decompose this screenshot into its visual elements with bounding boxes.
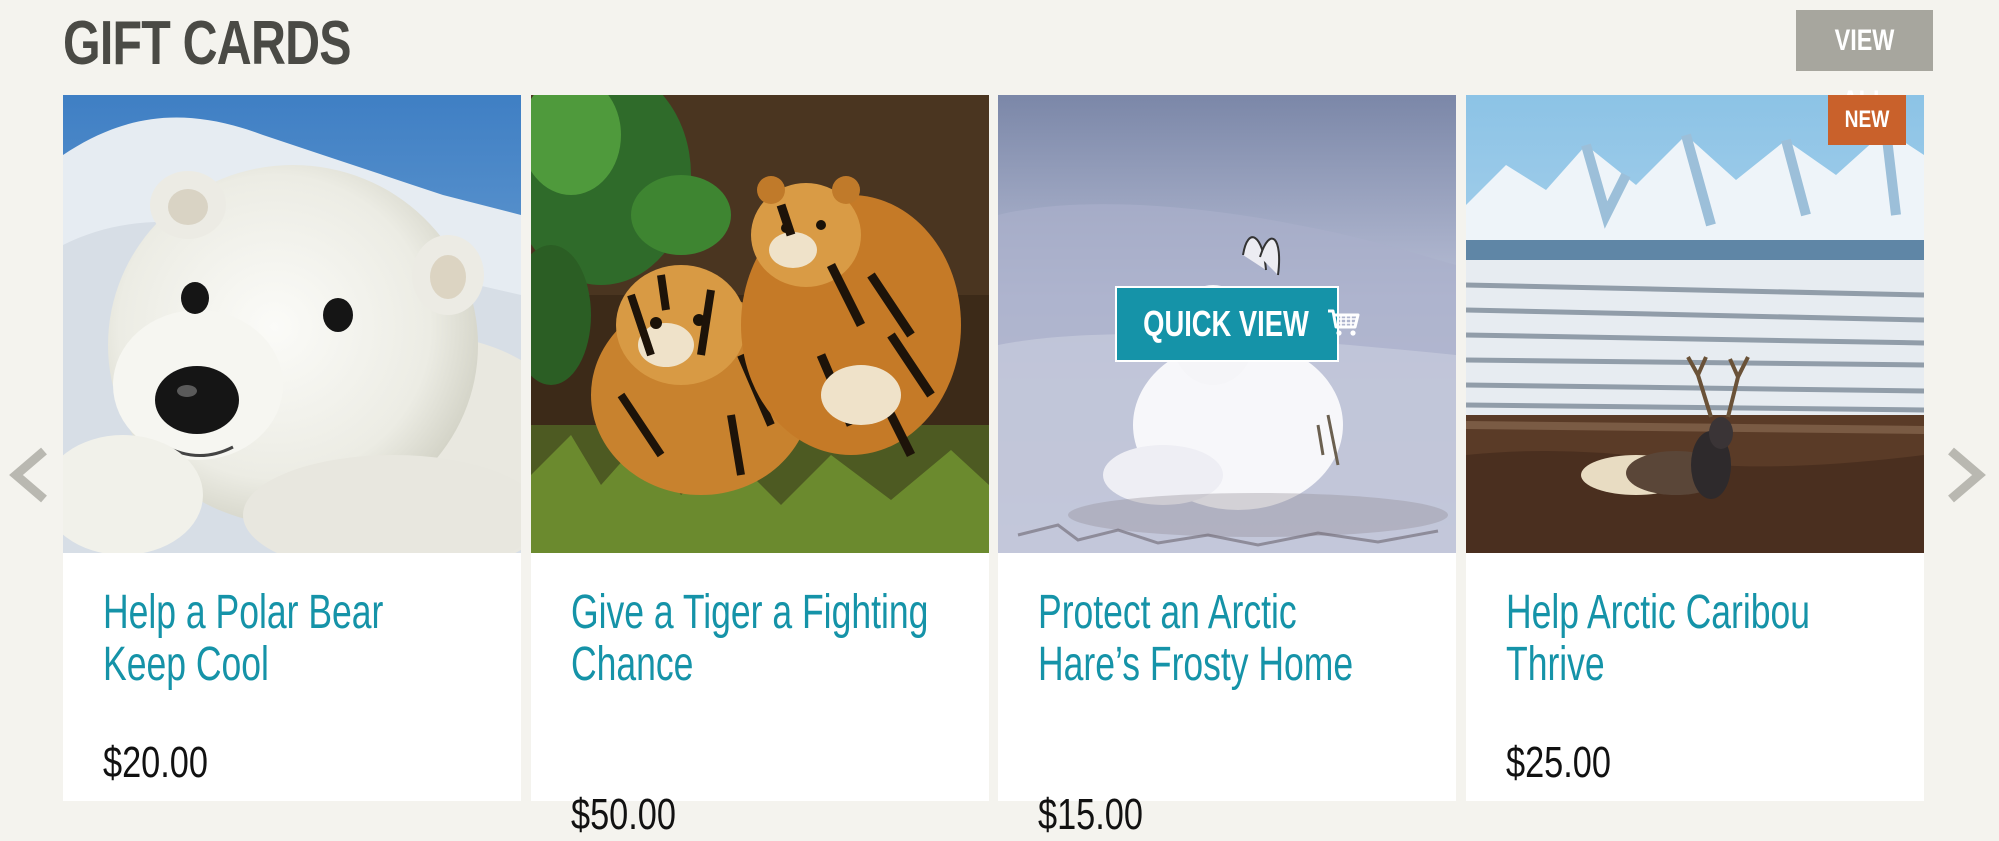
section-title: GIFT CARDS <box>63 9 352 78</box>
tiger-cubs-photo[interactable] <box>531 95 989 553</box>
card-title[interactable]: Protect an Arctic Hare’s Frosty Home <box>1038 587 1408 691</box>
new-badge-label: NEW <box>1844 106 1890 133</box>
gift-card-polar-bear[interactable]: Help a Polar Bear Keep Cool $20.00 <box>63 95 521 801</box>
chevron-left-icon <box>9 447 47 503</box>
quick-view-button[interactable]: QUICK VIEW <box>1115 286 1360 362</box>
polar-bear-cub-photo[interactable] <box>63 95 521 553</box>
new-badge: NEW <box>1828 95 1906 145</box>
card-title[interactable]: Help a Polar Bear Keep Cool <box>103 587 473 691</box>
gift-card-tiger[interactable]: Give a Tiger a Fighting Chance $50.00 <box>531 95 989 839</box>
carousel-prev-button[interactable] <box>6 445 52 505</box>
card-title[interactable]: Give a Tiger a Fighting Chance <box>571 587 941 691</box>
quick-view-label: QUICK VIEW <box>1143 303 1309 344</box>
card-price: $50.00 <box>571 790 676 839</box>
cart-icon <box>1328 309 1360 337</box>
card-title[interactable]: Help Arctic Caribou Thrive <box>1506 587 1876 691</box>
caribou-tundra-photo[interactable] <box>1466 95 1924 553</box>
carousel-next-button[interactable] <box>1943 445 1989 505</box>
card-price: $25.00 <box>1506 738 1611 787</box>
gift-card-caribou[interactable]: NEW Help Arctic Caribou Thrive $25.00 <box>1466 95 1924 801</box>
card-price: $15.00 <box>1038 790 1143 839</box>
view-all-button[interactable]: VIEW ALL <box>1796 10 1933 118</box>
card-price: $20.00 <box>103 738 208 787</box>
chevron-right-icon <box>1948 447 1986 503</box>
gift-card-arctic-hare[interactable]: QUICK VIEW Protect an Arctic Hare’s Fros… <box>998 95 1456 839</box>
